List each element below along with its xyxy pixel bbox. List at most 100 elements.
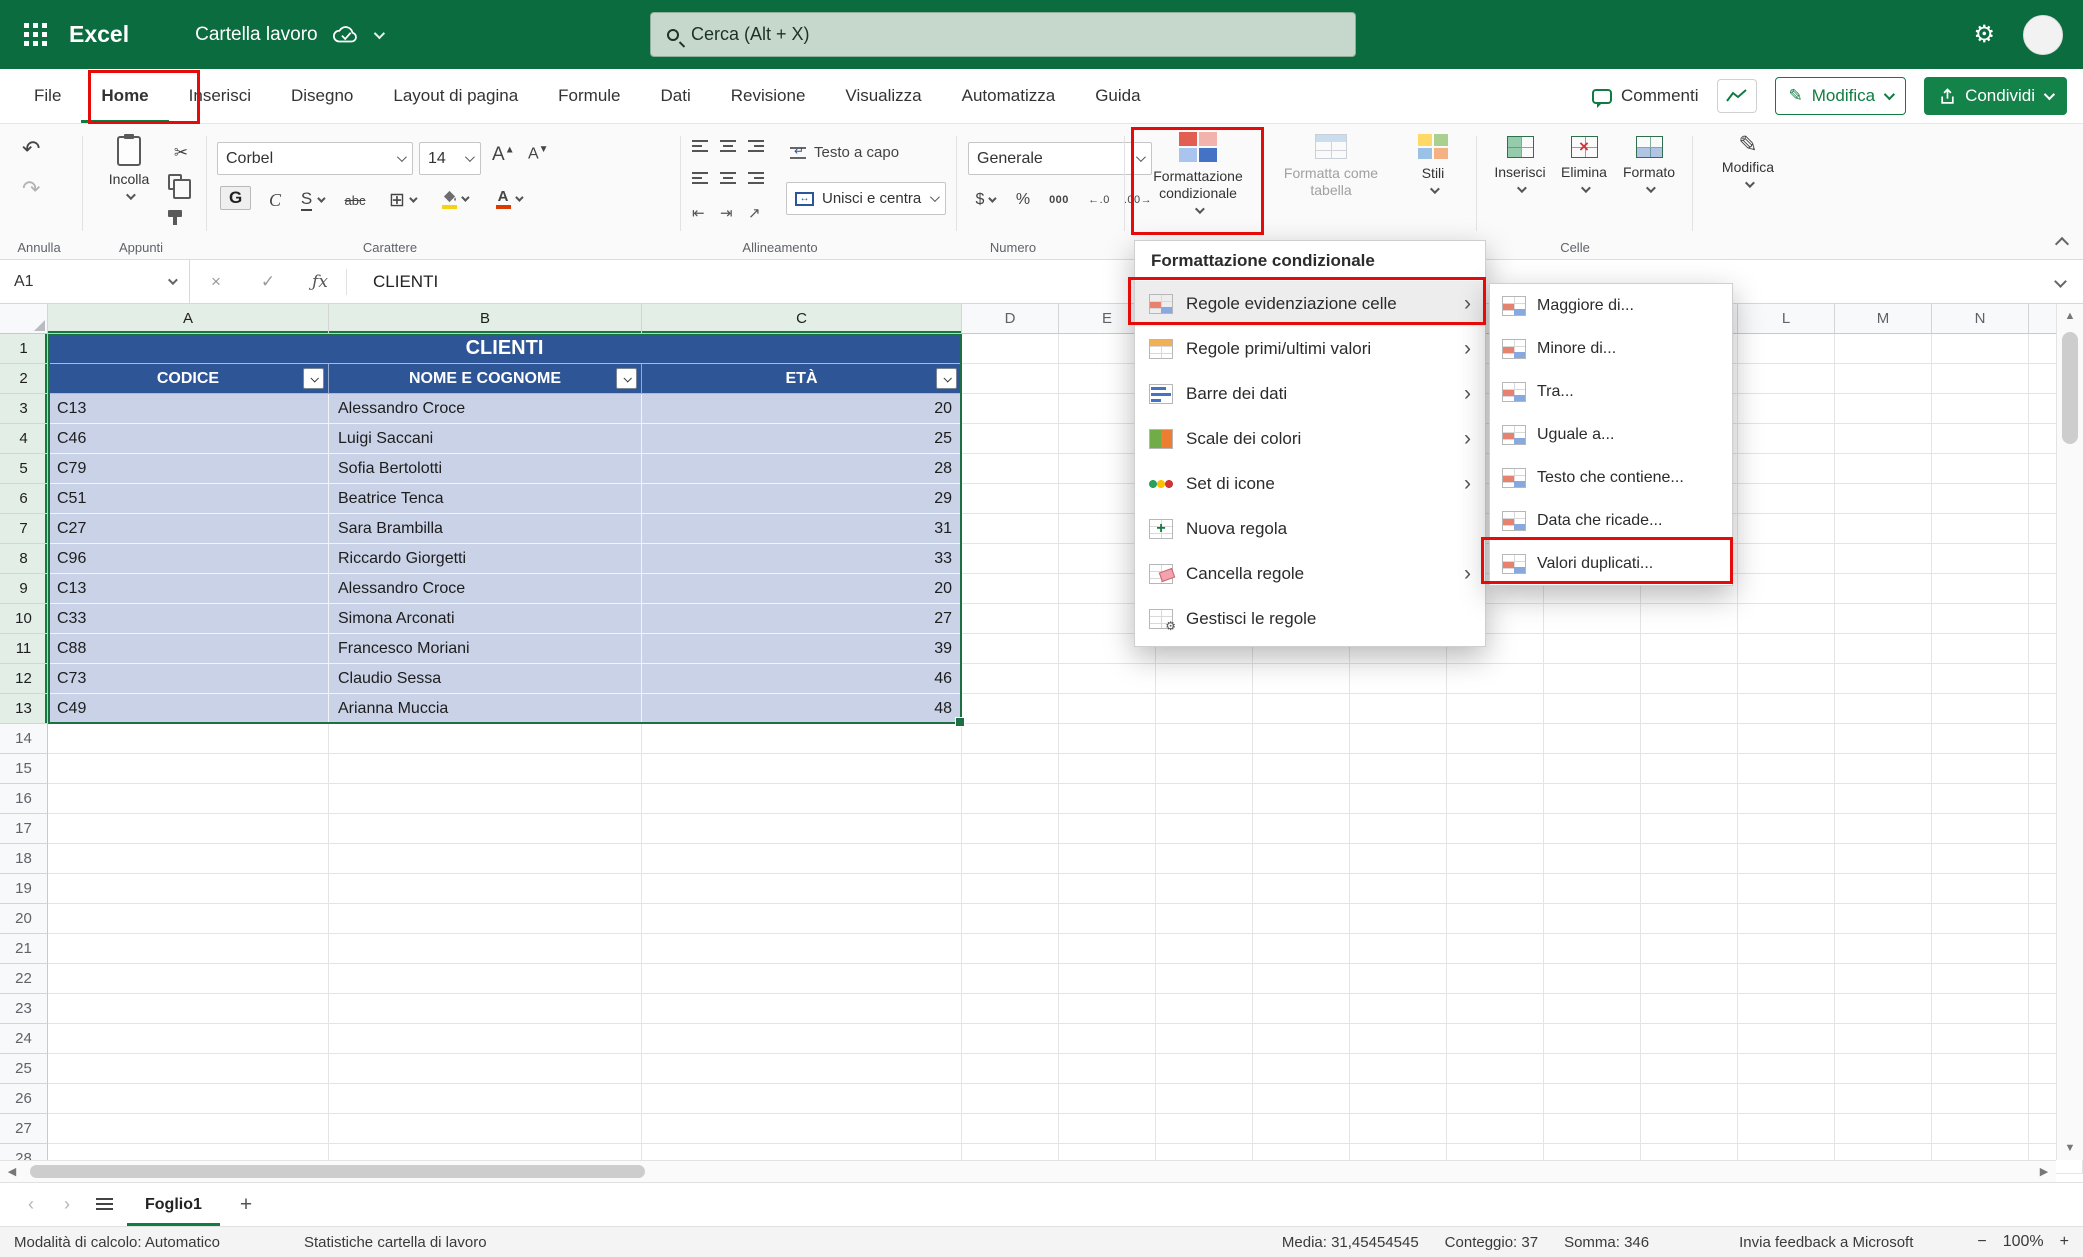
thousands-button[interactable]: 000 xyxy=(1042,186,1076,214)
row-header-2[interactable]: 2 xyxy=(0,364,48,394)
cell-empty[interactable] xyxy=(1059,874,1156,904)
cell-empty[interactable] xyxy=(1932,694,2029,724)
cell-empty[interactable] xyxy=(1447,904,1544,934)
cell-data[interactable]: Sara Brambilla xyxy=(329,514,642,544)
cell-empty[interactable] xyxy=(1738,364,1835,394)
filter-button[interactable] xyxy=(303,368,324,389)
cell-empty[interactable] xyxy=(1835,604,1932,634)
cell-empty[interactable] xyxy=(1738,1024,1835,1054)
cell-empty[interactable] xyxy=(1835,364,1932,394)
cell-empty[interactable] xyxy=(1253,694,1350,724)
text-orientation-button[interactable]: ↗ xyxy=(748,204,761,222)
cell-empty[interactable] xyxy=(1932,424,2029,454)
insert-cells-button[interactable]: Inserisci xyxy=(1486,136,1554,193)
cell-empty[interactable] xyxy=(1350,1024,1447,1054)
cell-table-header-codice[interactable]: CODICE xyxy=(48,364,329,394)
cell-empty[interactable] xyxy=(962,454,1059,484)
submenu-item-minore-di[interactable]: Minore di... xyxy=(1490,327,1732,370)
cell-empty[interactable] xyxy=(1253,994,1350,1024)
cell-table-header-nome-e-cognome[interactable]: NOME E COGNOME xyxy=(329,364,642,394)
cut-button[interactable]: ✂ xyxy=(166,140,196,166)
cell-empty[interactable] xyxy=(962,784,1059,814)
menu-item-cancella-regole[interactable]: Cancella regole› xyxy=(1135,551,1485,596)
cell-empty[interactable] xyxy=(48,934,329,964)
cell-data[interactable]: 20 xyxy=(642,574,962,604)
cell-empty[interactable] xyxy=(1932,754,2029,784)
cell-empty[interactable] xyxy=(1835,994,1932,1024)
cell-empty[interactable] xyxy=(1059,844,1156,874)
cell-empty[interactable] xyxy=(962,484,1059,514)
search-input[interactable]: Cerca (Alt + X) xyxy=(650,12,1356,57)
align-middle-button[interactable] xyxy=(720,140,736,152)
redo-button[interactable]: ↷ xyxy=(22,180,40,197)
cell-empty[interactable] xyxy=(1738,724,1835,754)
cell-empty[interactable] xyxy=(1932,814,2029,844)
row-header-23[interactable]: 23 xyxy=(0,994,48,1024)
cell-empty[interactable] xyxy=(48,754,329,784)
cell-data[interactable]: C46 xyxy=(48,424,329,454)
row-header-9[interactable]: 9 xyxy=(0,574,48,604)
cell-empty[interactable] xyxy=(1059,1114,1156,1144)
cell-empty[interactable] xyxy=(1738,574,1835,604)
row-header-7[interactable]: 7 xyxy=(0,514,48,544)
sheet-list-icon[interactable] xyxy=(96,1198,113,1211)
cell-empty[interactable] xyxy=(962,994,1059,1024)
cell-data[interactable]: Sofia Bertolotti xyxy=(329,454,642,484)
cell-empty[interactable] xyxy=(1544,964,1641,994)
cell-empty[interactable] xyxy=(1447,694,1544,724)
cell-empty[interactable] xyxy=(642,904,962,934)
cell-empty[interactable] xyxy=(1835,334,1932,364)
cell-empty[interactable] xyxy=(1641,844,1738,874)
borders-button[interactable]: ⊞ xyxy=(382,186,422,214)
cell-empty[interactable] xyxy=(1253,1054,1350,1084)
cell-data[interactable]: Claudio Sessa xyxy=(329,664,642,694)
cell-empty[interactable] xyxy=(1932,1114,2029,1144)
increase-indent-button[interactable]: ⇥ xyxy=(720,204,733,222)
cell-empty[interactable] xyxy=(1447,964,1544,994)
tab-inserisci[interactable]: Inserisci xyxy=(169,69,271,123)
submenu-item-valori-duplicati[interactable]: Valori duplicati... xyxy=(1490,542,1732,585)
cell-empty[interactable] xyxy=(962,364,1059,394)
cell-data[interactable]: Francesco Moriani xyxy=(329,634,642,664)
cell-empty[interactable] xyxy=(1641,904,1738,934)
cell-empty[interactable] xyxy=(1835,964,1932,994)
cell-empty[interactable] xyxy=(642,724,962,754)
cell-empty[interactable] xyxy=(1932,334,2029,364)
share-button[interactable]: Condividi xyxy=(1924,77,2067,115)
cell-empty[interactable] xyxy=(1156,964,1253,994)
cell-empty[interactable] xyxy=(1544,1024,1641,1054)
cell-empty[interactable] xyxy=(1932,874,2029,904)
cell-empty[interactable] xyxy=(1835,424,1932,454)
cell-empty[interactable] xyxy=(1932,1054,2029,1084)
cell-empty[interactable] xyxy=(1641,664,1738,694)
paste-button[interactable]: Incolla xyxy=(96,136,162,200)
cell-empty[interactable] xyxy=(329,1114,642,1144)
cell-empty[interactable] xyxy=(1835,1084,1932,1114)
row-header-21[interactable]: 21 xyxy=(0,934,48,964)
currency-button[interactable]: $ xyxy=(968,186,1002,214)
column-header-n[interactable]: N xyxy=(1932,304,2029,334)
cell-empty[interactable] xyxy=(1932,664,2029,694)
tab-revisione[interactable]: Revisione xyxy=(711,69,826,123)
cell-empty[interactable] xyxy=(1156,694,1253,724)
cell-empty[interactable] xyxy=(962,634,1059,664)
feedback-link[interactable]: Invia feedback a Microsoft xyxy=(1739,1234,1913,1251)
cell-empty[interactable] xyxy=(1447,814,1544,844)
cell-empty[interactable] xyxy=(1932,364,2029,394)
cell-empty[interactable] xyxy=(1059,1054,1156,1084)
cell-empty[interactable] xyxy=(1156,664,1253,694)
increase-font-button[interactable]: A▲ xyxy=(492,144,515,166)
cell-empty[interactable] xyxy=(1447,994,1544,1024)
cell-data[interactable]: Alessandro Croce xyxy=(329,574,642,604)
row-header-26[interactable]: 26 xyxy=(0,1084,48,1114)
cell-empty[interactable] xyxy=(962,424,1059,454)
menu-item-regole-primi-ultimi-valori[interactable]: Regole primi/ultimi valori› xyxy=(1135,326,1485,371)
tab-guida[interactable]: Guida xyxy=(1075,69,1160,123)
cell-empty[interactable] xyxy=(1835,754,1932,784)
align-bottom-button[interactable] xyxy=(748,140,764,152)
name-box[interactable]: A1 xyxy=(0,260,190,303)
row-header-14[interactable]: 14 xyxy=(0,724,48,754)
cancel-entry-icon[interactable]: × xyxy=(190,272,242,292)
cell-empty[interactable] xyxy=(1738,784,1835,814)
cell-empty[interactable] xyxy=(1156,874,1253,904)
